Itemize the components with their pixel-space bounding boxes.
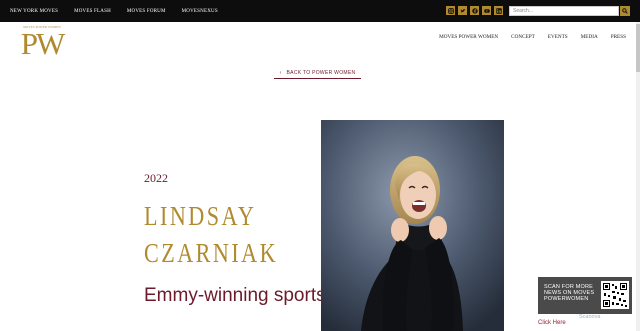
twitter-icon[interactable] xyxy=(458,6,467,15)
profile-last-name: CZARNIAK xyxy=(144,238,279,268)
top-nav-new-york-moves[interactable]: NEW YORK MOVES xyxy=(10,9,58,14)
top-nav-moves-forum[interactable]: MOVES FORUM xyxy=(127,9,166,14)
facebook-icon[interactable] xyxy=(470,6,479,15)
qr-widget[interactable]: SCAN FOR MORE NEWS ON MOVES POWERWOMEN xyxy=(538,277,632,314)
search-button[interactable] xyxy=(620,6,630,16)
scanova-brand: Scanova xyxy=(579,314,601,320)
search-icon xyxy=(622,8,628,14)
site-logo[interactable]: MOVES POWER WOMEN PW xyxy=(16,25,68,61)
main-nav-press[interactable]: PRESS xyxy=(611,34,626,40)
linkedin-icon[interactable] xyxy=(494,6,503,15)
logo-monogram: PW xyxy=(20,26,66,61)
back-to-power-women-link[interactable]: ‹ BACK TO POWER WOMEN xyxy=(274,67,361,79)
profile-year: 2022 xyxy=(144,171,168,185)
profile-first-name: LINDSAY xyxy=(144,201,257,231)
top-nav-movesnexus[interactable]: MOVESNEXUS xyxy=(182,9,218,14)
qr-widget-text: SCAN FOR MORE NEWS ON MOVES POWERWOMEN xyxy=(544,284,595,302)
top-nav-moves-flash[interactable]: MOVES FLASH xyxy=(74,9,111,14)
main-nav-moves-power-women[interactable]: MOVES POWER WOMEN xyxy=(439,34,498,40)
main-nav-events[interactable]: EVENTS xyxy=(548,34,568,40)
main-nav-concept[interactable]: CONCEPT xyxy=(511,34,535,40)
search-input[interactable]: Search... xyxy=(509,6,619,16)
main-nav-media[interactable]: MEDIA xyxy=(581,34,598,40)
back-link-label: BACK TO POWER WOMEN xyxy=(286,69,356,76)
youtube-icon[interactable] xyxy=(482,6,491,15)
instagram-icon[interactable] xyxy=(446,6,455,15)
top-bar: NEW YORK MOVES MOVES FLASH MOVES FORUM M… xyxy=(0,0,640,22)
chevron-left-icon: ‹ xyxy=(279,69,282,76)
profile-photo xyxy=(321,120,504,331)
qr-code-icon xyxy=(601,281,629,309)
qr-click-here-link[interactable]: Click Here xyxy=(538,320,566,326)
main-nav: MOVES POWER WOMEN CONCEPT EVENTS MEDIA P… xyxy=(426,34,626,40)
social-links xyxy=(446,6,506,15)
scrollbar-thumb[interactable] xyxy=(636,24,640,72)
top-nav: NEW YORK MOVES MOVES FLASH MOVES FORUM M… xyxy=(10,0,234,22)
